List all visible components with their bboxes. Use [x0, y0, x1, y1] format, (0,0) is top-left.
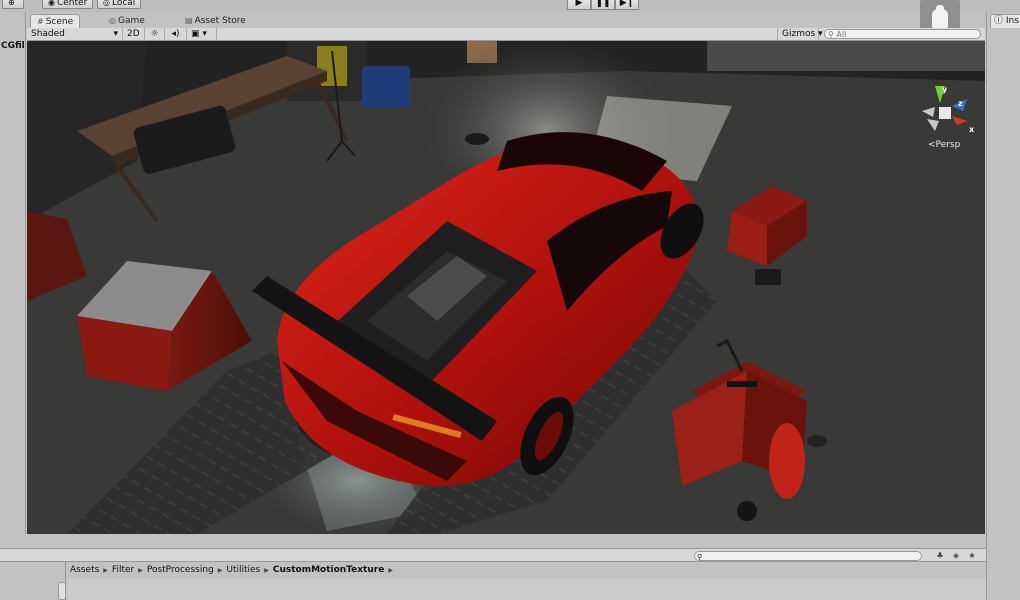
step-button[interactable]: ▶❙ [615, 0, 639, 10]
sun-icon: ☼ [150, 29, 159, 39]
tab-game[interactable]: ◎ Game [103, 14, 151, 28]
gizmo-axis-x-label[interactable]: x [969, 125, 974, 134]
scene-viewport[interactable]: y z x <Persp [27, 41, 985, 534]
scene-window: # Scene ◎ Game ▤ Asset Store Shaded ▾ 2D ☼ ◂… [27, 12, 985, 534]
project-toolbar: ⚲ ♣ ◈ ★ [0, 548, 986, 562]
search-icon: ⚲ [697, 553, 703, 561]
playback-controls: ▶ ❚❚ ▶❙ [567, 0, 639, 10]
tab-scene[interactable]: # Scene [30, 14, 81, 28]
mode-2d-toggle[interactable]: 2D [123, 28, 145, 40]
hierarchy-panel: CGfil [0, 12, 26, 548]
game-icon: ◎ [109, 16, 116, 25]
blue-crate [362, 66, 410, 108]
play-icon: ▶ [575, 0, 583, 8]
lighting-toggle[interactable]: ☼ [145, 28, 165, 40]
pivot-center-button[interactable]: ◉ Center [42, 0, 94, 9]
unity-editor: ⊕ ◉ Center ◎ Local ▶ ❚❚ ▶❙ CGfil # Scene ◎ G… [0, 0, 1020, 600]
gizmo-axis-z-label[interactable]: z [958, 99, 963, 108]
play-button[interactable]: ▶ [567, 0, 591, 10]
dropdown-arrow-icon: ▾ [818, 29, 823, 39]
breadcrumb-arrow-icon: ▶ [138, 566, 143, 574]
effects-dropdown[interactable]: ▣ ▾ [187, 28, 217, 40]
project-search-input[interactable]: ⚲ [694, 551, 922, 561]
main-toolbar: ⊕ ◉ Center ◎ Local ▶ ❚❚ ▶❙ [0, 0, 1020, 38]
dropdown-arrow-icon: ▾ [113, 29, 118, 39]
project-folder-tree[interactable] [0, 562, 66, 600]
filter-type-icon[interactable]: ♣ [934, 550, 946, 561]
breadcrumb-arrow-icon: ▶ [103, 566, 108, 574]
pivot-local-button[interactable]: ◎ Local [97, 0, 142, 9]
breadcrumb-item[interactable]: PostProcessing [147, 565, 214, 575]
tab-inspector[interactable]: ⓘ Ins [990, 14, 1020, 28]
breadcrumb-current[interactable]: CustomMotionTexture [273, 565, 384, 575]
shading-mode-dropdown[interactable]: Shaded ▾ [27, 28, 123, 40]
breadcrumb-item[interactable]: Filter [112, 565, 134, 575]
projection-toggle[interactable]: <Persp [928, 140, 960, 150]
step-icon: ▶❙ [619, 0, 635, 8]
dropdown-arrow-icon: ▾ [202, 29, 207, 39]
fire-extinguisher [769, 423, 805, 499]
hand-tool-button[interactable]: ⊕ [2, 0, 24, 9]
scene-toolbar: Shaded ▾ 2D ☼ ◂) ▣ ▾ Gizmos ▾ ⚲ All [27, 28, 985, 41]
project-assets-area[interactable] [68, 578, 986, 600]
store-icon: ▤ [185, 16, 193, 25]
hand-icon: ⊕ [8, 0, 15, 7]
pause-button[interactable]: ❚❚ [591, 0, 615, 10]
info-icon: ⓘ [994, 16, 1004, 26]
scene-search-input[interactable]: ⚲ All [824, 29, 981, 39]
gizmo-axis-y-label[interactable]: y [942, 85, 947, 94]
pause-icon: ❚❚ [595, 0, 611, 8]
breadcrumb: Assets ▶ Filter ▶ PostProcessing ▶ Utilitie… [68, 562, 395, 578]
audio-toggle[interactable]: ◂) [165, 28, 187, 40]
favorite-star-icon[interactable]: ★ [966, 550, 978, 561]
speaker-icon: ◂) [171, 29, 180, 39]
breadcrumb-item[interactable]: Assets [70, 565, 99, 575]
scene-icon: # [37, 17, 44, 26]
gizmos-dropdown[interactable]: Gizmos ▾ [777, 28, 823, 40]
filter-label-icon[interactable]: ◈ [950, 550, 962, 561]
breadcrumb-item[interactable]: Utilities [226, 565, 260, 575]
breadcrumb-arrow-icon: ▶ [217, 566, 223, 574]
local-icon: ◎ [103, 0, 110, 7]
tab-asset-store[interactable]: ▤ Asset Store [179, 14, 252, 28]
hierarchy-item[interactable]: CGfil [1, 41, 25, 51]
search-icon: ⚲ [828, 30, 834, 39]
project-window: ⚲ ♣ ◈ ★ Assets ▶ Filter ▶ PostProcessing ▶ … [0, 534, 986, 600]
image-icon: ▣ [191, 29, 200, 39]
pivot-icon: ◉ [48, 0, 55, 7]
inspector-panel: ⓘ Ins [986, 12, 1020, 600]
project-tree-scrollbar[interactable] [58, 582, 66, 600]
scene-render [27, 41, 985, 534]
breadcrumb-arrow-icon: ▶ [388, 566, 393, 574]
breadcrumb-arrow-icon: ▶ [264, 566, 269, 574]
